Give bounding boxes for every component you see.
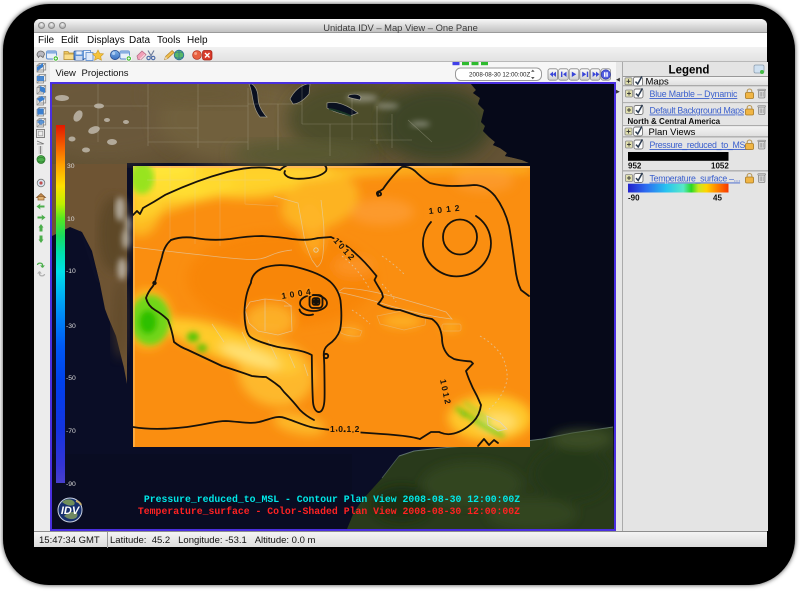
svg-text:Temperature_surface - Color-Sh: Temperature_surface - Color-Shaded Plan … [137,506,519,517]
svg-text:1012: 1012 [330,424,363,434]
svg-text:Pressure_reduced_to_MS...: Pressure_reduced_to_MS... [649,140,751,150]
svg-text:-30: -30 [66,323,76,330]
svg-text:-90: -90 [66,481,76,488]
svg-text:-10: -10 [66,268,76,275]
svg-text:Pressure_reduced_to_MSL - Cont: Pressure_reduced_to_MSL - Contour Plan V… [143,494,519,505]
svg-text:Plan Views: Plan Views [648,127,695,138]
svg-text:-70: -70 [66,428,76,435]
svg-text:30: 30 [67,163,75,170]
svg-text:North & Central America: North & Central America [627,117,720,126]
svg-text:-90: -90 [628,194,640,203]
svg-text:1052: 1052 [711,162,729,171]
svg-text:Blue Marble – Dynamic: Blue Marble – Dynamic [649,89,738,99]
svg-text:2008-08-30 12:00:00Z: 2008-08-30 12:00:00Z [469,71,530,78]
svg-text:Temperature_surface –...: Temperature_surface –... [649,174,740,184]
svg-text:-50: -50 [66,375,76,382]
svg-text:10: 10 [67,216,75,223]
svg-text:952: 952 [628,162,642,171]
svg-text:Default Background Maps: Default Background Maps [649,106,744,116]
svg-text:45: 45 [713,194,722,203]
svg-text:Legend: Legend [668,65,709,77]
svg-text:IDV: IDV [60,505,80,517]
